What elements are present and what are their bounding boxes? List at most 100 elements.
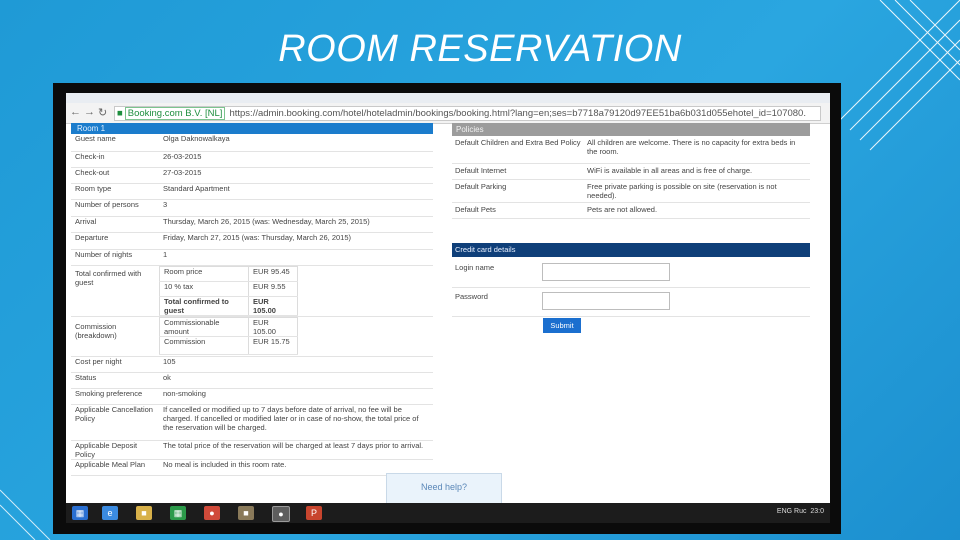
row-value: 26-03-2015	[159, 151, 433, 168]
row-label: Room type	[71, 183, 159, 200]
address-bar: ← → ↻ ■ Booking.com B.V. [NL] https://admi…	[66, 103, 830, 124]
table-row: Status ok	[71, 372, 433, 389]
lock-icon: ■	[117, 108, 123, 119]
row-value: 1	[159, 249, 433, 266]
calendar-icon[interactable]: ▦	[170, 506, 186, 520]
row-value: The total price of the reservation will …	[159, 440, 433, 460]
login-row: Login name	[452, 259, 810, 288]
row-value: If cancelled or modified up to 7 days be…	[159, 404, 433, 441]
table-row: Check-in 26-03-2015	[71, 151, 433, 168]
row-label: Applicable Cancellation Policy	[71, 404, 159, 441]
reservation-table: Guest name Olga Daknowalkaya Check-in 26-0…	[71, 134, 433, 476]
browser-screenshot: ← → ↻ ■ Booking.com B.V. [NL] https://admi…	[66, 93, 830, 523]
start-icon[interactable]: ▦	[72, 506, 88, 520]
reservation-panel: Room 1 Guest name Olga Daknowalkaya Check…	[71, 123, 433, 476]
row-label: Guest name	[71, 134, 159, 152]
price-label: 10 % tax	[159, 280, 249, 297]
policy-label: Default Internet	[452, 163, 584, 180]
table-row: Applicable Cancellation Policy If cancell…	[71, 404, 433, 441]
table-row: Default Pets Pets are not allowed.	[452, 202, 810, 219]
folder-icon[interactable]: ■	[136, 506, 152, 520]
url-text: https://admin.booking.com/hotel/hoteladm…	[229, 108, 806, 119]
decorative-lines-bottom	[0, 489, 51, 540]
price-label: Commissionable amount	[159, 316, 249, 337]
table-row: Check-out 27-03-2015	[71, 167, 433, 184]
login-name-input[interactable]	[542, 263, 670, 281]
powerpoint-icon[interactable]: P	[306, 506, 322, 520]
forward-icon[interactable]: →	[84, 106, 95, 118]
row-value: Friday, March 27, 2015 (was: Thursday, M…	[159, 232, 433, 250]
table-row: Commission (breakdown) Commissionable am…	[71, 316, 433, 357]
table-row: Room type Standard Apartment	[71, 183, 433, 200]
commission-breakdown: Commissionable amount EUR 105.00 Commissi…	[159, 316, 298, 355]
row-label: Departure	[71, 232, 159, 250]
policies-table: Default Children and Extra Bed Policy All…	[452, 136, 810, 219]
reload-icon[interactable]: ↻	[98, 106, 107, 119]
price-value: EUR 15.75	[248, 335, 298, 355]
table-row: Number of persons 3	[71, 199, 433, 217]
chrome-icon[interactable]: ●	[204, 506, 220, 520]
policy-value: Free private parking is possible on site…	[584, 179, 810, 203]
policy-value: WiFi is available in all areas and is fr…	[584, 163, 810, 180]
row-label: Check-out	[71, 167, 159, 184]
app-icon[interactable]: ■	[238, 506, 254, 520]
login-label: Login name	[455, 263, 495, 272]
row-label: Smoking preference	[71, 388, 159, 405]
table-row: Default Internet WiFi is available in all…	[452, 163, 810, 180]
system-tray: ENG Ruc 23:0	[777, 508, 824, 515]
table-row: Cost per night 105	[71, 356, 433, 373]
row-label: Number of nights	[71, 249, 159, 266]
row-label: Check-in	[71, 151, 159, 168]
row-label: Applicable Deposit Policy	[71, 440, 159, 460]
url-field[interactable]: ■ Booking.com B.V. [NL] https://admin.book…	[114, 106, 821, 121]
table-row: Applicable Meal Plan No meal is included …	[71, 459, 433, 476]
credit-card-header: Credit card details	[452, 243, 810, 257]
slide-title: ROOM RESERVATION	[278, 28, 682, 70]
password-label: Password	[455, 292, 488, 301]
windows-taskbar: ▦ e ■ ▦ ● ■ ● P ENG Ruc 23:0	[66, 503, 830, 523]
policy-value: All children are welcome. There is no ca…	[584, 136, 810, 164]
price-label: Commission	[159, 335, 249, 355]
row-label: Cost per night	[71, 356, 159, 373]
table-row: Default Parking Free private parking is p…	[452, 179, 810, 203]
policy-value: Pets are not allowed.	[584, 202, 810, 219]
row-value: 27-03-2015	[159, 167, 433, 184]
row-value: Olga Daknowalkaya	[159, 134, 433, 152]
table-row: Total confirmed with guest Room price EUR…	[71, 265, 433, 317]
clock: 23:0	[810, 508, 824, 515]
table-row: Departure Friday, March 27, 2015 (was: Th…	[71, 232, 433, 250]
password-input[interactable]	[542, 292, 670, 310]
policies-header: Policies	[452, 123, 810, 136]
policies-panel: Policies Default Children and Extra Bed …	[452, 123, 810, 219]
total-breakdown: Room price EUR 95.45 10 % tax EUR 9.55 Tot…	[159, 265, 298, 316]
row-label: Commission (breakdown)	[71, 316, 159, 357]
table-row: Number of nights 1	[71, 249, 433, 266]
ie-icon[interactable]: e	[102, 506, 118, 520]
table-row: Default Children and Extra Bed Policy All…	[452, 136, 810, 164]
back-icon[interactable]: ←	[70, 106, 81, 118]
price-value: EUR 9.55	[248, 280, 298, 297]
ev-certificate-badge: Booking.com B.V. [NL]	[124, 107, 226, 120]
table-row: Applicable Deposit Policy The total price…	[71, 440, 433, 460]
room-header: Room 1	[71, 123, 433, 134]
submit-button[interactable]: Submit	[543, 318, 581, 333]
row-value: 3	[159, 199, 433, 217]
chrome-active-icon[interactable]: ●	[272, 506, 290, 522]
price-value: EUR 95.45	[248, 265, 298, 282]
row-label: Number of persons	[71, 199, 159, 217]
row-label: Total confirmed with guest	[71, 265, 159, 317]
row-label: Applicable Meal Plan	[71, 459, 159, 476]
price-label: Room price	[159, 265, 249, 282]
tray-text: ENG Ruc	[776, 508, 807, 515]
row-value: Thursday, March 26, 2015 (was: Wednesday…	[159, 216, 433, 233]
row-value: ok	[159, 372, 433, 389]
table-row: Guest name Olga Daknowalkaya	[71, 134, 433, 152]
row-value: 105	[159, 356, 433, 373]
policy-label: Default Parking	[452, 179, 584, 203]
need-help-button[interactable]: Need help?	[386, 473, 502, 505]
row-label: Status	[71, 372, 159, 389]
table-row: Smoking preference non-smoking	[71, 388, 433, 405]
password-row: Password	[452, 288, 810, 317]
price-value: EUR 105.00	[248, 316, 298, 337]
row-value: Standard Apartment	[159, 183, 433, 200]
